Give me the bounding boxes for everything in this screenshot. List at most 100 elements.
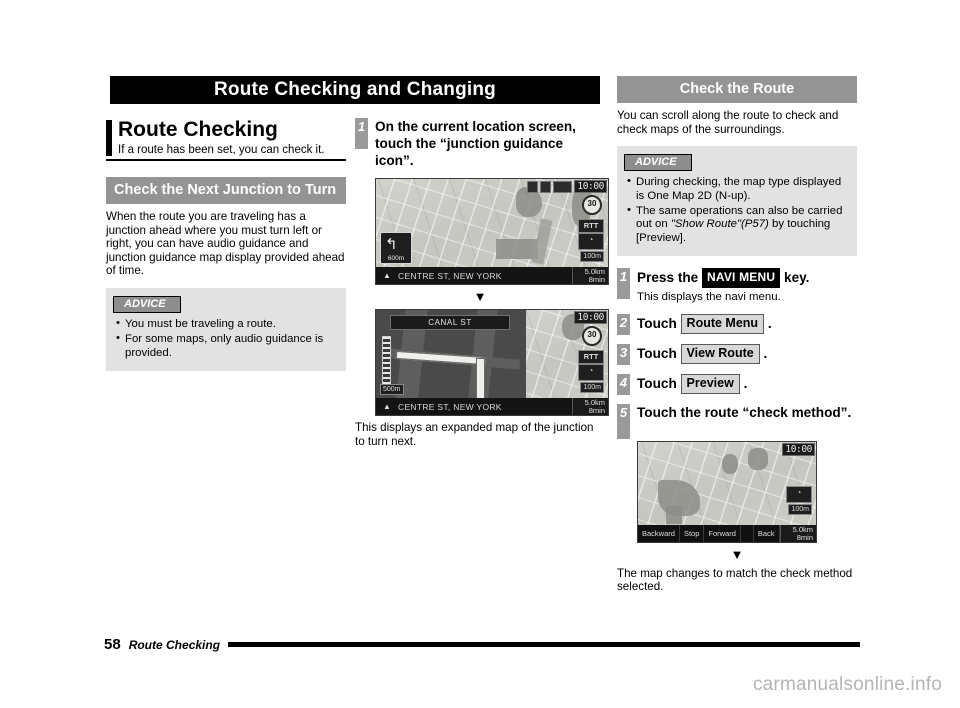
preview-control-bar: Backward Stop Forward Back 5.0km 8min: [638, 524, 816, 542]
compass-icon[interactable]: ◔: [786, 485, 812, 503]
step-suffix: key.: [780, 270, 810, 286]
step-text: Touch the route “check method”.: [637, 404, 852, 420]
step-number: 3: [617, 343, 630, 365]
status-strip: 10:00: [782, 442, 815, 456]
map-bottom-bar: ▲ CENTRE ST, NEW YORK 5.0km 8min: [376, 266, 608, 284]
speed-limit-sign: 30: [582, 195, 602, 215]
step-number: 1: [355, 118, 368, 149]
subsection-header-check-route: Check the Route: [617, 76, 857, 103]
flow-arrow: ▼: [730, 546, 744, 562]
right-body-text: You can scroll along the route to check …: [617, 109, 839, 136]
step-prefix: Press the: [637, 270, 702, 286]
route-time: 8min: [588, 274, 605, 284]
status-icon: [540, 180, 552, 193]
subsection-header-check-next-junction: Check the Next Junction to Turn: [106, 177, 346, 204]
advice-box-right: ADVICE During checking, the map type dis…: [617, 146, 857, 257]
rtt-button[interactable]: RTT: [578, 350, 604, 364]
step-1-junction: 1 On the current location screen, touch …: [355, 118, 605, 169]
step-note: This displays the navi menu.: [637, 291, 781, 304]
right-caption: The map changes to match the check metho…: [617, 566, 853, 594]
preview-button[interactable]: Preview: [680, 373, 740, 394]
nav-screenshot-current-location[interactable]: 10:00 30 RTT ◔ 100m ↰ 600m ▲ CENTRE ST, …: [375, 178, 609, 285]
right-column: Check the Route You can scroll along the…: [617, 76, 857, 594]
stop-button[interactable]: Stop: [680, 524, 705, 542]
step-suffix: .: [739, 375, 748, 391]
junction-street-label: CANAL ST: [390, 315, 510, 330]
footer-section-label: Route Checking: [128, 637, 221, 652]
step-1-press-navi-menu: 1 Press the NAVI MENU key. This displays…: [617, 268, 857, 304]
step-2-touch-route-menu: 2 Touch Route Menu .: [617, 313, 857, 335]
step-suffix: .: [759, 345, 768, 361]
map-scale-indicator: 100m: [580, 251, 604, 262]
step-prefix: Touch: [637, 315, 681, 331]
step-number: 1: [617, 268, 630, 300]
section-subtitle: If a route has been set, you can check i…: [118, 144, 325, 156]
page-number: 58: [104, 636, 121, 653]
flow-arrow: ▼: [473, 289, 487, 304]
step-4-touch-preview: 4 Touch Preview .: [617, 373, 857, 395]
advice-list-left: You must be traveling a route. For some …: [113, 317, 339, 360]
advice-list-right: During checking, the map type displayed …: [624, 175, 850, 245]
nav-screenshot-junction-expanded[interactable]: CANAL ST 10:00 30 RTT ◔ 100m 500m ▲ CENT…: [375, 309, 609, 416]
step-number: 4: [617, 373, 630, 395]
nav-screenshot-route-preview[interactable]: 10:00 ◔ 100m Backward Stop Forward Back …: [637, 440, 817, 543]
expand-arrow-icon[interactable]: ▲: [376, 402, 398, 411]
junction-scale-indicator: 500m: [380, 384, 404, 395]
map-bottom-bar: ▲ CENTRE ST, NEW YORK 5.0km 8min: [376, 397, 608, 415]
route-eta-box: 5.0km 8min: [571, 266, 608, 284]
junction-distance: 600m: [387, 255, 405, 262]
section-title: Route Checking: [118, 118, 278, 141]
compass-icon[interactable]: ◔: [578, 233, 604, 250]
expand-arrow-icon[interactable]: ▲: [376, 271, 398, 280]
speed-limit-sign: 30: [582, 326, 602, 346]
section-header-route-checking: Route Checking If a route has been set, …: [106, 118, 346, 161]
step-text: On the current location screen, touch th…: [375, 119, 576, 168]
status-icon: [553, 180, 573, 193]
map-scale-indicator: 100m: [580, 382, 604, 393]
middle-column: 1 On the current location screen, touch …: [355, 118, 609, 448]
compass-icon[interactable]: ◔: [578, 364, 604, 381]
route-time: 8min: [588, 405, 605, 415]
view-route-button[interactable]: View Route: [680, 343, 760, 364]
left-column: Route Checking If a route has been set, …: [106, 118, 346, 372]
step-5-touch-check-method: 5 Touch the route “check method”.: [617, 403, 857, 439]
map-area-shape: [722, 453, 738, 474]
forward-button[interactable]: Forward: [704, 524, 741, 542]
step-text: Press the NAVI MENU key.: [637, 268, 857, 289]
step-number: 5: [617, 403, 630, 439]
step-text: Touch Preview .: [637, 373, 857, 394]
status-strip: 10:00: [527, 180, 607, 193]
step-prefix: Touch: [637, 345, 681, 361]
junction-guidance-icon[interactable]: ↰ 600m: [380, 232, 412, 264]
map-area-shape: [748, 447, 768, 470]
advice-item: The same operations can also be carried …: [624, 204, 850, 245]
status-strip: 10:00: [574, 311, 607, 324]
footer: 58 Route Checking: [104, 636, 860, 653]
clock-display: 10:00: [574, 311, 607, 324]
route-eta-box: 5.0km 8min: [779, 524, 816, 542]
control-spacer: [741, 524, 754, 542]
advice-item-reference: "Show Route"(P57): [670, 218, 769, 231]
step-prefix: Touch: [637, 375, 681, 391]
watermark: carmanualsonline.info: [752, 674, 942, 695]
status-icon: [527, 180, 539, 193]
step-number: 2: [617, 313, 630, 335]
rtt-button[interactable]: RTT: [578, 219, 604, 233]
footer-rule: [228, 642, 860, 647]
navi-menu-key[interactable]: NAVI MENU: [701, 268, 781, 289]
back-button[interactable]: Back: [754, 524, 780, 542]
clock-display: 10:00: [782, 442, 815, 456]
route-eta-box: 5.0km 8min: [571, 397, 608, 415]
page-title: Route Checking and Changing: [110, 76, 600, 104]
step-3-touch-view-route: 3 Touch View Route .: [617, 343, 857, 365]
map-scale-indicator: 100m: [788, 503, 812, 515]
backward-button[interactable]: Backward: [638, 524, 680, 542]
turn-left-icon: ↰: [385, 236, 398, 253]
current-street-label: CENTRE ST, NEW YORK: [398, 270, 502, 281]
current-street-label: CENTRE ST, NEW YORK: [398, 401, 502, 412]
step-text: Touch View Route .: [637, 343, 857, 364]
step-text: Touch Route Menu .: [637, 313, 857, 334]
clock-display: 10:00: [574, 180, 607, 193]
left-body-text: When the route you are traveling has a j…: [106, 210, 345, 278]
route-menu-button[interactable]: Route Menu: [680, 313, 765, 334]
